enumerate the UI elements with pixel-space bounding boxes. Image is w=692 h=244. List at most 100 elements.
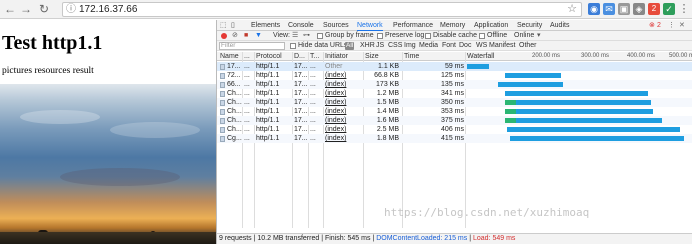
waterfall-waiting-bar[interactable] bbox=[505, 118, 517, 123]
table-row[interactable]: Ch...... http/1.1 17...... (index) 1.6 MB 375… bbox=[217, 116, 692, 125]
large-rows-icon[interactable]: ☰ bbox=[292, 31, 298, 41]
back-icon[interactable]: ← bbox=[2, 1, 18, 17]
column-name[interactable]: Name bbox=[220, 52, 239, 61]
file-icon bbox=[220, 136, 225, 142]
filter-type-media[interactable]: Media bbox=[419, 41, 438, 51]
tab-sources[interactable]: Sources bbox=[323, 21, 349, 30]
forward-icon[interactable]: → bbox=[18, 1, 34, 17]
table-row[interactable]: 17...... http/1.1 17...... Other 1.1 KB 59 ms bbox=[217, 62, 692, 71]
extension-icon[interactable]: ◈ bbox=[633, 3, 645, 15]
throttle-select[interactable]: Online bbox=[514, 31, 534, 41]
table-row[interactable]: Ch...... http/1.1 17...... (index) 1.2 MB 341… bbox=[217, 89, 692, 98]
column-dots[interactable]: ... bbox=[244, 52, 250, 61]
waterfall-bar[interactable] bbox=[507, 127, 680, 132]
tab-elements[interactable]: Elements bbox=[251, 21, 280, 30]
table-row[interactable]: 66...... http/1.1 17...... (index) 173 KB 135… bbox=[217, 80, 692, 89]
inspect-icon[interactable]: ⬚ bbox=[220, 20, 227, 31]
column-initiator[interactable]: Initiator bbox=[325, 52, 348, 61]
error-icon[interactable]: ⊗ bbox=[649, 21, 655, 30]
filter-type-ws[interactable]: WS bbox=[476, 41, 487, 51]
cell-dots: ... bbox=[244, 135, 250, 142]
waterfall-bar[interactable] bbox=[516, 118, 662, 123]
filter-type-other[interactable]: Other bbox=[519, 41, 537, 51]
filter-type-manifest[interactable]: Manifest bbox=[489, 41, 515, 51]
filter-icon[interactable]: ▼ bbox=[255, 31, 262, 41]
waterfall-bar[interactable] bbox=[516, 109, 653, 114]
close-icon[interactable]: ✕ bbox=[679, 21, 685, 30]
table-row[interactable]: 72...... http/1.1 17...... (index) 66.8 KB 12… bbox=[217, 71, 692, 80]
dom-content-loaded: DOMContentLoaded: 215 ms bbox=[376, 235, 468, 242]
group-by-frame-checkbox[interactable] bbox=[317, 33, 323, 39]
waterfall-waiting-bar[interactable] bbox=[505, 109, 517, 114]
overview-icon[interactable]: ⊶ bbox=[303, 31, 310, 41]
extension-icon[interactable]: ✉ bbox=[603, 3, 615, 15]
filter-input[interactable]: Filter bbox=[219, 42, 285, 50]
column-type[interactable]: T... bbox=[310, 52, 319, 61]
cell-dots: ... bbox=[244, 63, 250, 70]
disable-cache-checkbox[interactable] bbox=[425, 33, 431, 39]
record-icon[interactable] bbox=[221, 33, 227, 39]
camera-icon[interactable]: ■ bbox=[244, 31, 248, 41]
cell-initiator[interactable]: (index) bbox=[325, 71, 363, 80]
tab-security[interactable]: Security bbox=[517, 21, 542, 30]
waterfall-waiting-bar[interactable] bbox=[505, 100, 517, 105]
waterfall-bar[interactable] bbox=[505, 73, 562, 78]
cell-time: 353 ms bbox=[441, 108, 464, 115]
offline-checkbox[interactable] bbox=[479, 33, 485, 39]
menu-icon[interactable]: ⋮ bbox=[678, 3, 690, 15]
filter-type-img[interactable]: Img bbox=[404, 41, 416, 51]
filter-type-css[interactable]: CSS bbox=[388, 41, 402, 51]
tab-performance[interactable]: Performance bbox=[393, 21, 433, 30]
cell-initiator[interactable]: (index) bbox=[325, 89, 363, 98]
tab-application[interactable]: Application bbox=[474, 21, 508, 30]
tab-memory[interactable]: Memory bbox=[440, 21, 465, 30]
table-row[interactable]: Ch...... http/1.1 17...... (index) 2.5 MB 406… bbox=[217, 125, 692, 134]
filter-type-xhr[interactable]: XHR bbox=[360, 41, 375, 51]
column-size[interactable]: Size bbox=[365, 52, 379, 61]
clear-icon[interactable]: ⊘ bbox=[232, 31, 238, 41]
cell-initiator[interactable]: (index) bbox=[325, 116, 363, 125]
column-protocol[interactable]: Protocol bbox=[256, 52, 282, 61]
column-domain[interactable]: D... bbox=[294, 52, 305, 61]
cell-protocol: http/1.1 bbox=[256, 135, 280, 142]
chevron-down-icon[interactable]: ▾ bbox=[537, 31, 541, 41]
tab-audits[interactable]: Audits bbox=[550, 21, 569, 30]
column-time[interactable]: Time bbox=[404, 52, 419, 61]
table-row[interactable]: Cg...... http/1.1 17...... (index) 1.8 MB 415… bbox=[217, 134, 692, 143]
hide-data-urls-checkbox[interactable] bbox=[290, 43, 296, 49]
address-bar[interactable]: ⓘ 172.16.37.66 ☆ bbox=[62, 2, 582, 17]
info-icon[interactable]: ⓘ bbox=[66, 3, 76, 16]
cell-initiator[interactable]: Other bbox=[325, 62, 363, 71]
extension-icon[interactable]: ◉ bbox=[588, 3, 600, 15]
hide-data-urls-label: Hide data URLs bbox=[298, 42, 348, 49]
extension-icon[interactable]: ✓ bbox=[663, 3, 675, 15]
device-toolbar-icon[interactable]: ▯ bbox=[231, 20, 235, 31]
tab-network[interactable]: Network bbox=[357, 21, 383, 32]
filter-type-js[interactable]: JS bbox=[376, 41, 384, 51]
preserve-log-checkbox[interactable] bbox=[377, 33, 383, 39]
cell-name: Ch... bbox=[227, 99, 242, 106]
filter-type-doc[interactable]: Doc bbox=[459, 41, 471, 51]
extension-icon[interactable]: ▣ bbox=[618, 3, 630, 15]
cell-size: 1.6 MB bbox=[376, 117, 399, 124]
filter-type-font[interactable]: Font bbox=[442, 41, 456, 51]
reload-icon[interactable]: ↻ bbox=[36, 1, 52, 17]
bookmark-star-icon[interactable]: ☆ bbox=[567, 3, 577, 16]
cell-initiator[interactable]: (index) bbox=[325, 98, 363, 107]
table-row[interactable]: Ch...... http/1.1 17...... (index) 1.5 MB 350… bbox=[217, 98, 692, 107]
more-options-icon[interactable]: ⋮ bbox=[668, 21, 675, 30]
waterfall-bar[interactable] bbox=[498, 82, 564, 87]
cell-initiator[interactable]: (index) bbox=[325, 80, 363, 89]
cell-initiator[interactable]: (index) bbox=[325, 107, 363, 116]
column-waterfall[interactable]: Waterfall bbox=[467, 52, 494, 61]
waterfall-bar[interactable] bbox=[505, 91, 649, 96]
waterfall-bar[interactable] bbox=[509, 136, 685, 141]
waterfall-bar[interactable] bbox=[467, 64, 490, 69]
filter-type-all[interactable]: All bbox=[345, 42, 355, 50]
tab-console[interactable]: Console bbox=[288, 21, 314, 30]
waterfall-bar[interactable] bbox=[516, 100, 651, 105]
cell-initiator[interactable]: (index) bbox=[325, 134, 363, 143]
table-row[interactable]: Ch...... http/1.1 17...... (index) 1.4 MB 353… bbox=[217, 107, 692, 116]
extension-badge-icon[interactable]: 2 bbox=[648, 3, 660, 15]
cell-initiator[interactable]: (index) bbox=[325, 125, 363, 134]
